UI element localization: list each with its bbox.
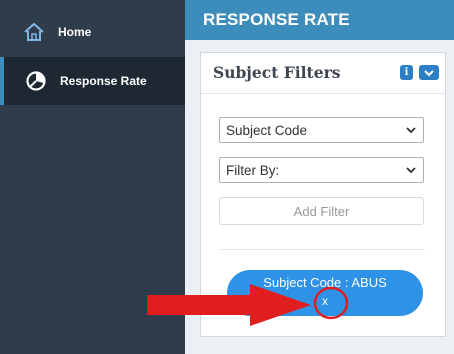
subject-code-select[interactable]: Subject Code — [219, 117, 424, 143]
panel-title: Subject Filters — [213, 63, 341, 82]
panel-header: Subject Filters i — [201, 53, 445, 94]
chevron-down-icon — [406, 167, 416, 174]
page-header: RESPONSE RATE — [185, 0, 454, 40]
collapse-button[interactable] — [419, 65, 439, 80]
filter-chip-label: Subject Code : ABUS — [263, 275, 387, 290]
page-title: RESPONSE RATE — [203, 10, 350, 29]
sidebar-item-label: Response Rate — [60, 74, 147, 88]
sidebar-item-response-rate[interactable]: Response Rate — [0, 57, 185, 105]
filter-by-select[interactable]: Filter By: — [219, 157, 424, 183]
subject-code-select-value: Subject Code — [226, 122, 308, 138]
info-button[interactable]: i — [400, 65, 413, 80]
filter-chip: Subject Code : ABUS x — [227, 270, 423, 316]
sidebar-item-home[interactable]: Home — [0, 8, 185, 56]
divider — [220, 249, 425, 250]
filter-by-select-value: Filter By: — [226, 162, 280, 178]
remove-filter-button[interactable]: x — [319, 294, 331, 308]
sidebar: Home Response Rate — [0, 0, 185, 354]
sidebar-item-label: Home — [58, 25, 92, 39]
home-icon — [22, 20, 46, 44]
chevron-down-icon — [406, 127, 416, 134]
pie-chart-icon — [24, 69, 48, 93]
add-filter-button[interactable]: Add Filter — [219, 197, 424, 225]
chevron-down-icon — [424, 69, 434, 76]
